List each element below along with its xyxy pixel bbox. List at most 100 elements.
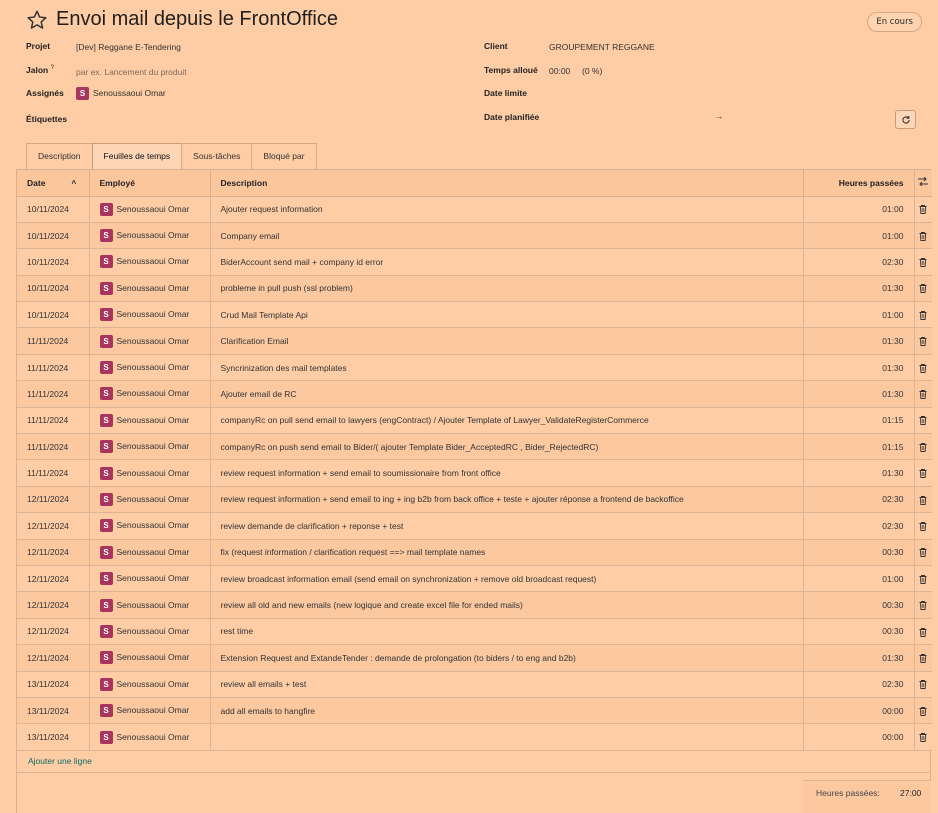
table-row[interactable]: 11/11/2024 S Senoussaoui Omar Ajouter email… [17, 380, 932, 408]
row-employee[interactable]: S Senoussaoui Omar [89, 591, 211, 619]
row-hours[interactable]: 00:00 [803, 723, 915, 751]
trash-icon[interactable] [914, 723, 932, 751]
row-date[interactable]: 11/11/2024 [17, 327, 90, 355]
row-hours[interactable]: 01:00 [803, 301, 915, 329]
row-date[interactable]: 12/11/2024 [17, 644, 90, 672]
row-hours[interactable]: 01:00 [803, 196, 915, 223]
table-row[interactable]: 12/11/2024 S Senoussaoui Omar review all ol… [17, 591, 932, 619]
row-hours[interactable]: 00:30 [803, 591, 915, 619]
table-row[interactable]: 10/11/2024 S Senoussaoui Omar Ajouter reque… [17, 196, 932, 223]
row-hours[interactable]: 01:30 [803, 380, 915, 408]
table-row[interactable]: 13/11/2024 S Senoussaoui Omar review all em… [17, 671, 932, 698]
trash-icon[interactable] [914, 301, 932, 329]
table-row[interactable]: 10/11/2024 S Senoussaoui Omar BiderAccount … [17, 248, 932, 276]
row-employee[interactable]: S Senoussaoui Omar [89, 407, 211, 435]
trash-icon[interactable] [914, 407, 932, 435]
trash-icon[interactable] [914, 512, 932, 540]
table-row[interactable]: 10/11/2024 S Senoussaoui Omar Company email… [17, 222, 932, 250]
row-hours[interactable]: 01:30 [803, 459, 915, 487]
trash-icon[interactable] [914, 486, 932, 514]
row-employee[interactable]: S Senoussaoui Omar [89, 512, 211, 540]
row-description[interactable]: review demande de clarification + repons… [210, 512, 804, 540]
row-hours[interactable]: 01:30 [803, 644, 915, 672]
tab-blocked-by[interactable]: Bloqué par [251, 143, 317, 169]
trash-icon[interactable] [914, 671, 932, 698]
table-row[interactable]: 10/11/2024 S Senoussaoui Omar probleme in p… [17, 275, 932, 303]
trash-icon[interactable] [914, 618, 932, 646]
table-row[interactable]: 11/11/2024 S Senoussaoui Omar Clarification… [17, 327, 932, 355]
row-description[interactable]: review request information + send email … [210, 486, 804, 514]
row-description[interactable]: Clarification Email [210, 327, 804, 355]
row-date[interactable]: 12/11/2024 [17, 486, 90, 514]
status-badge[interactable]: En cours [867, 12, 922, 32]
row-description[interactable]: Ajouter request information [210, 196, 804, 223]
row-description[interactable]: Ajouter email de RC [210, 380, 804, 408]
row-employee[interactable]: S Senoussaoui Omar [89, 327, 211, 355]
row-hours[interactable]: 01:00 [803, 565, 915, 593]
row-date[interactable]: 10/11/2024 [17, 222, 90, 250]
row-employee[interactable]: S Senoussaoui Omar [89, 248, 211, 276]
row-description[interactable]: review all old and new emails (new logiq… [210, 591, 804, 619]
trash-icon[interactable] [914, 591, 932, 619]
row-hours[interactable]: 01:15 [803, 407, 915, 435]
row-date[interactable]: 11/11/2024 [17, 459, 90, 487]
row-employee[interactable]: S Senoussaoui Omar [89, 618, 211, 646]
column-header-employee[interactable]: Employé [89, 170, 211, 197]
trash-icon[interactable] [914, 196, 932, 223]
row-employee[interactable]: S Senoussaoui Omar [89, 644, 211, 672]
row-employee[interactable]: S Senoussaoui Omar [89, 354, 211, 382]
trash-icon[interactable] [914, 433, 932, 461]
table-row[interactable]: 12/11/2024 S Senoussaoui Omar rest time 00:3… [17, 618, 932, 646]
trash-icon[interactable] [914, 222, 932, 250]
tab-subtasks[interactable]: Sous-tâches [181, 143, 253, 169]
table-row[interactable]: 11/11/2024 S Senoussaoui Omar companyRc on … [17, 407, 932, 435]
row-hours[interactable]: 00:00 [803, 697, 915, 725]
trash-icon[interactable] [914, 459, 932, 487]
column-header-date[interactable]: Date ^ [17, 170, 90, 197]
table-row[interactable]: 12/11/2024 S Senoussaoui Omar review broadc… [17, 565, 932, 593]
row-employee[interactable]: S Senoussaoui Omar [89, 723, 211, 751]
row-employee[interactable]: S Senoussaoui Omar [89, 697, 211, 725]
row-date[interactable]: 11/11/2024 [17, 380, 90, 408]
table-row[interactable]: 13/11/2024 S Senoussaoui Omar 00:00 [17, 723, 932, 751]
table-row[interactable]: 12/11/2024 S Senoussaoui Omar fix (request … [17, 539, 932, 566]
row-employee[interactable]: S Senoussaoui Omar [89, 222, 211, 250]
table-row[interactable]: 11/11/2024 S Senoussaoui Omar review reques… [17, 459, 932, 487]
tab-timesheets[interactable]: Feuilles de temps [91, 143, 183, 169]
row-date[interactable]: 11/11/2024 [17, 433, 90, 461]
row-description[interactable]: probleme in pull push (ssl problem) [210, 275, 804, 303]
row-description[interactable]: fix (request information / clarification… [210, 539, 804, 566]
reload-button[interactable] [895, 110, 916, 129]
row-date[interactable]: 13/11/2024 [17, 671, 90, 698]
trash-icon[interactable] [914, 697, 932, 725]
row-description[interactable] [210, 723, 804, 751]
row-employee[interactable]: S Senoussaoui Omar [89, 196, 211, 223]
row-date[interactable]: 10/11/2024 [17, 301, 90, 329]
trash-icon[interactable] [914, 327, 932, 355]
row-description[interactable]: review all emails + test [210, 671, 804, 698]
row-employee[interactable]: S Senoussaoui Omar [89, 565, 211, 593]
row-date[interactable]: 10/11/2024 [17, 196, 90, 223]
row-description[interactable]: add all emails to hangfire [210, 697, 804, 725]
project-value[interactable]: [Dev] Reggane E-Tendering [76, 42, 181, 52]
row-employee[interactable]: S Senoussaoui Omar [89, 459, 211, 487]
row-date[interactable]: 10/11/2024 [17, 248, 90, 276]
row-date[interactable]: 11/11/2024 [17, 354, 90, 382]
column-options-icon[interactable] [914, 170, 932, 197]
row-hours[interactable]: 02:30 [803, 486, 915, 514]
row-date[interactable]: 12/11/2024 [17, 618, 90, 646]
row-hours[interactable]: 01:15 [803, 433, 915, 461]
row-description[interactable]: Crud Mail Template Api [210, 301, 804, 329]
row-hours[interactable]: 02:30 [803, 512, 915, 540]
row-description[interactable]: review request information + send email … [210, 459, 804, 487]
trash-icon[interactable] [914, 644, 932, 672]
row-date[interactable]: 11/11/2024 [17, 407, 90, 435]
row-hours[interactable]: 02:30 [803, 248, 915, 276]
row-description[interactable]: review broadcast information email (send… [210, 565, 804, 593]
row-date[interactable]: 12/11/2024 [17, 591, 90, 619]
row-date[interactable]: 10/11/2024 [17, 275, 90, 303]
row-description[interactable]: Company email [210, 222, 804, 250]
row-description[interactable]: companyRc on pull send email to lawyers … [210, 407, 804, 435]
row-description[interactable]: rest time [210, 618, 804, 646]
row-description[interactable]: Extension Request and ExtandeTender : de… [210, 644, 804, 672]
